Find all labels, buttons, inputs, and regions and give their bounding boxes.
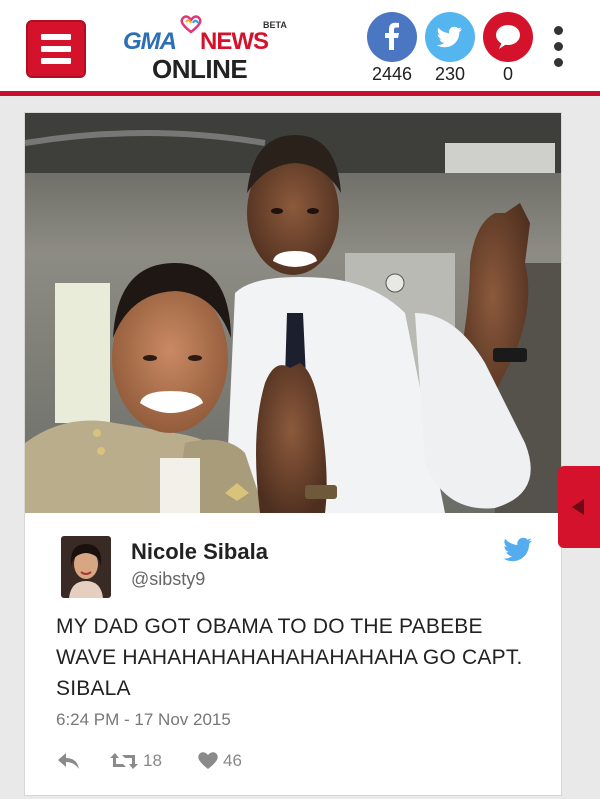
avatar-image — [61, 536, 111, 598]
more-icon-dot — [554, 58, 563, 67]
avatar[interactable] — [61, 536, 111, 598]
facebook-share-button[interactable] — [367, 12, 417, 62]
menu-button[interactable] — [26, 20, 86, 78]
tweet-timestamp[interactable]: 6:24 PM - 17 Nov 2015 — [56, 710, 231, 730]
tweet-text: MY DAD GOT OBAMA TO DO THE PABEBE WAVE H… — [56, 615, 523, 700]
tweet-author-name[interactable]: Nicole Sibala — [131, 539, 268, 565]
tweet-photo-image — [25, 113, 561, 513]
heart-icon — [198, 752, 218, 769]
retweet-button[interactable]: 18 — [109, 750, 169, 774]
comments-count: 0 — [502, 64, 513, 84]
comments-button[interactable] — [483, 12, 533, 62]
twitter-share-button[interactable] — [425, 12, 475, 62]
site-logo[interactable]: BETA GMA NEWS ONLINE — [120, 10, 300, 84]
comment-icon — [496, 25, 520, 49]
collapse-arrow-icon — [572, 499, 584, 515]
logo-news-text: NEWS — [200, 28, 269, 55]
tweet-author-handle[interactable]: @sibsty9 — [131, 569, 205, 590]
retweet-icon — [110, 753, 138, 769]
header-divider — [0, 91, 600, 96]
menu-icon — [41, 34, 71, 40]
logo-online-text: ONLINE — [152, 54, 248, 84]
more-icon — [554, 26, 563, 35]
more-options-button[interactable] — [546, 22, 572, 72]
tweet-photo[interactable] — [25, 113, 561, 513]
reply-icon — [58, 753, 79, 769]
menu-icon-bar — [41, 58, 71, 64]
side-panel-toggle[interactable] — [558, 466, 600, 548]
menu-icon-bar — [41, 46, 71, 52]
twitter-bird-icon[interactable] — [503, 537, 533, 563]
logo-gma-text: GMA — [123, 28, 177, 55]
embedded-tweet-card: Nicole Sibala @sibsty9 MY DAD GOT OBAMA … — [24, 112, 562, 796]
reply-button[interactable] — [56, 750, 84, 774]
more-icon-dot — [554, 42, 563, 51]
twitter-share-count: 230 — [434, 64, 466, 84]
like-button[interactable]: 46 — [197, 750, 257, 774]
like-count: 46 — [223, 751, 242, 770]
facebook-icon — [385, 22, 399, 50]
site-header: BETA GMA NEWS ONLINE 2446 230 0 — [0, 0, 600, 96]
twitter-icon — [436, 26, 462, 48]
facebook-share-count: 2446 — [371, 64, 413, 84]
retweet-count: 18 — [143, 751, 162, 770]
